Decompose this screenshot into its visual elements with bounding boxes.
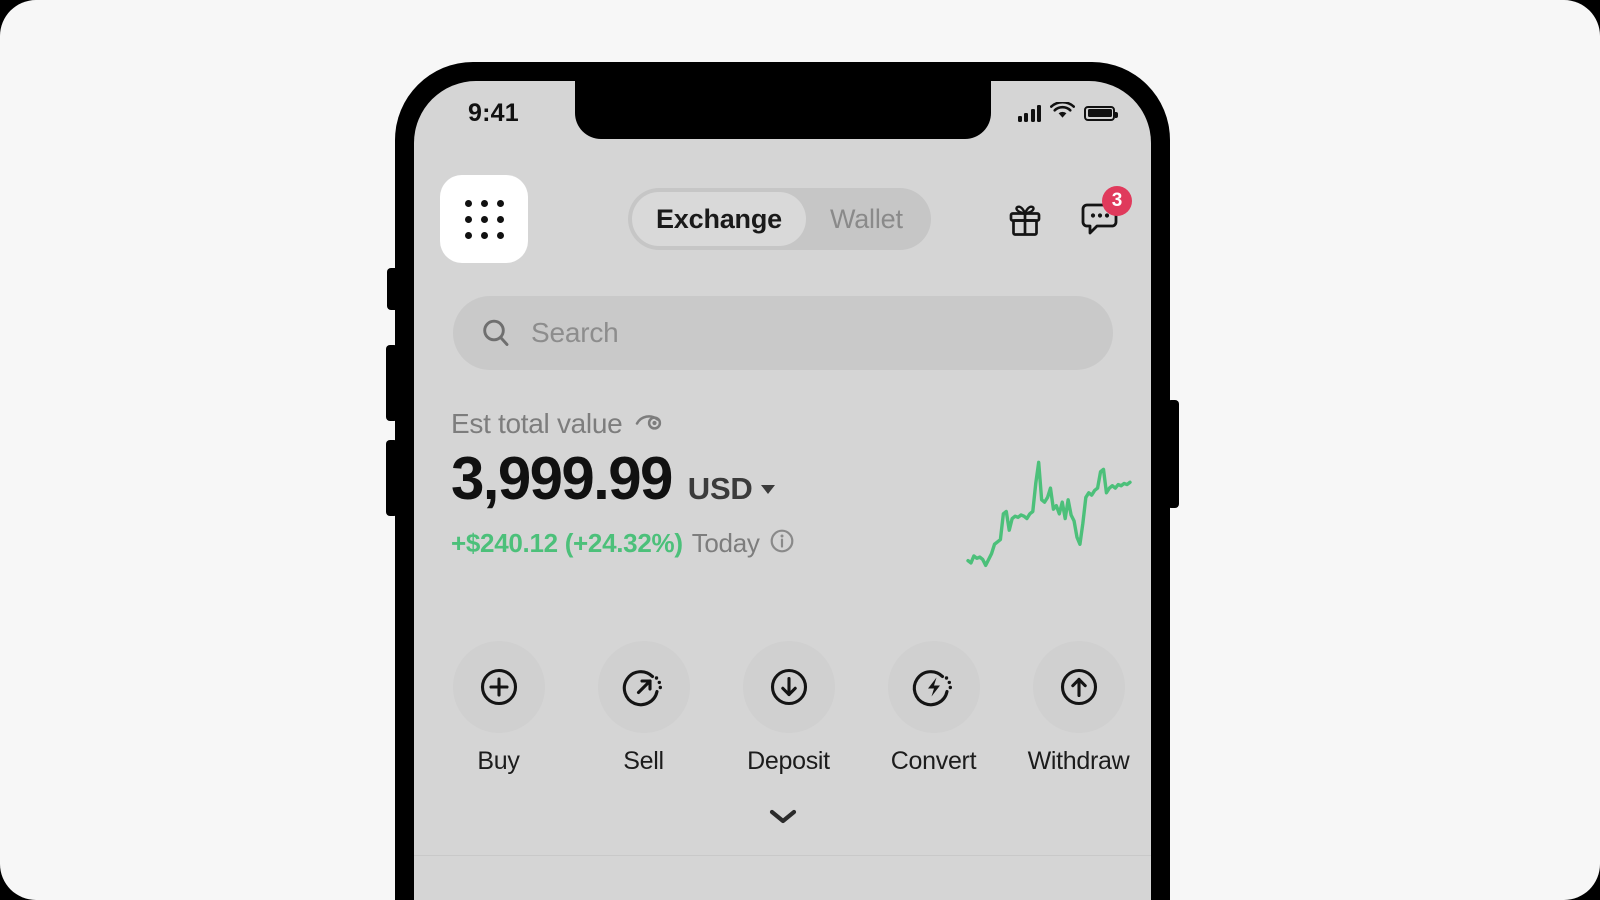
currency-selector[interactable]: USD [688, 471, 775, 507]
action-withdraw-label: Withdraw [1027, 747, 1130, 775]
search-icon [483, 319, 509, 346]
arrow-up-circle-icon [1060, 668, 1097, 706]
plus-circle-icon [480, 668, 517, 706]
app-grid-button[interactable] [440, 175, 528, 263]
search-field[interactable]: Search [453, 296, 1113, 370]
gift-icon [1009, 205, 1041, 236]
arrow-down-circle-icon [770, 668, 807, 706]
action-sell-label: Sell [623, 747, 664, 775]
bolt-circle-icon [912, 670, 952, 707]
action-buy[interactable]: Buy [426, 641, 571, 776]
tab-exchange[interactable]: Exchange [632, 192, 806, 246]
info-circle-icon [770, 529, 793, 553]
action-convert[interactable]: Convert [861, 641, 1006, 776]
tab-wallet[interactable]: Wallet [806, 192, 927, 246]
balance-change-value: +$240.12 (+24.32%) [451, 528, 683, 558]
action-sell-button[interactable] [597, 641, 690, 733]
wifi-icon [1050, 100, 1075, 125]
action-deposit[interactable]: Deposit [716, 641, 861, 776]
messages-button[interactable]: 3 [1075, 186, 1132, 241]
status-time: 9:41 [468, 98, 519, 127]
currency-label: USD [687, 471, 753, 506]
est-total-value-label: Est total value [451, 408, 623, 439]
header-action-icons: 3 [1003, 186, 1132, 241]
status-indicators [1017, 100, 1118, 125]
action-deposit-label: Deposit [747, 747, 830, 775]
action-deposit-button[interactable] [742, 641, 835, 733]
balance-visibility-toggle[interactable] [634, 410, 664, 439]
app-grid-icon [464, 199, 504, 239]
messages-badge: 3 [1102, 186, 1132, 216]
phone-silent-switch[interactable] [387, 268, 399, 310]
chevron-down-icon [769, 809, 796, 824]
action-withdraw[interactable]: Withdraw [1006, 641, 1151, 776]
phone-power-button[interactable] [1167, 400, 1179, 508]
est-total-value-row: Est total value [451, 408, 1131, 440]
action-buy-button[interactable] [452, 641, 545, 733]
exchange-wallet-segmented-control[interactable]: Exchange Wallet [628, 188, 931, 250]
action-buy-label: Buy [477, 747, 520, 775]
chevron-down-icon [760, 484, 775, 494]
search-placeholder: Search [531, 317, 619, 348]
balance-info-button[interactable] [769, 528, 795, 559]
action-sell[interactable]: Sell [571, 641, 716, 776]
app-header: Exchange Wallet 3 [414, 175, 1151, 263]
phone-screen: 9:41 Exchange Wallet 3 Search Est total … [414, 81, 1151, 900]
action-convert-button[interactable] [887, 641, 980, 733]
balance-amount: 3,999.99 [451, 445, 673, 512]
action-withdraw-button[interactable] [1032, 641, 1125, 733]
balance-change-period: Today [691, 528, 760, 558]
screenshot-canvas: 9:41 Exchange Wallet 3 Search Est total … [0, 0, 1600, 900]
phone-volume-up-button[interactable] [386, 345, 398, 421]
signal-bars-icon [1017, 104, 1041, 122]
phone-volume-down-button[interactable] [386, 440, 398, 516]
quick-actions-row: Buy Sell Deposit Convert Withdraw [426, 641, 1151, 776]
portfolio-sparkline-chart [966, 460, 1132, 568]
sparkline-series-line [966, 460, 1132, 568]
action-convert-label: Convert [890, 747, 977, 775]
section-divider [414, 855, 1151, 856]
arrow-up-right-circle-icon [622, 670, 662, 707]
phone-notch [574, 81, 991, 139]
expand-more-button[interactable] [414, 806, 1151, 826]
eye-icon [636, 414, 662, 430]
gift-button[interactable] [1003, 197, 1047, 241]
battery-full-icon [1084, 105, 1118, 121]
